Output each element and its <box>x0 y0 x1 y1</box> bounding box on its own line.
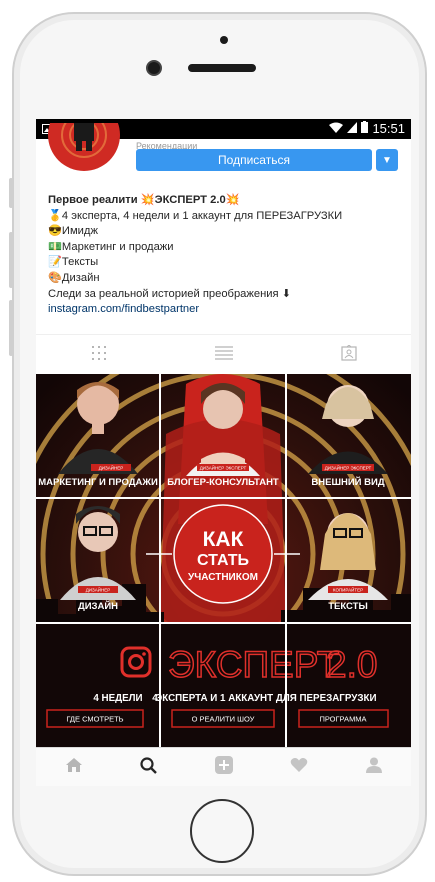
home-icon <box>65 757 83 778</box>
post-tile-8[interactable] <box>161 624 286 747</box>
post-grid: ДИЗАЙНЕР ДИЗАЙНЕР ЭКСПЕРТ ДИЗАЙНЕР ЭКСПЕ… <box>36 374 411 747</box>
bio-website-link[interactable]: instagram.com/findbestpartner <box>48 302 403 318</box>
post-tile-2[interactable] <box>161 374 286 498</box>
post-tile-3[interactable] <box>287 374 411 498</box>
list-icon <box>214 345 233 365</box>
add-icon <box>214 756 233 779</box>
bio-line: Следи за реальной историей преображения … <box>48 287 292 300</box>
battery-icon <box>361 121 369 136</box>
post-tile-5[interactable] <box>161 499 286 623</box>
profile-icon <box>365 757 383 778</box>
post-tile-4[interactable] <box>36 499 160 623</box>
mute-switch <box>9 178 13 208</box>
nav-search[interactable] <box>111 748 186 786</box>
volume-down-button <box>9 300 13 356</box>
bottom-navigation <box>36 747 411 786</box>
tab-list[interactable] <box>161 335 286 375</box>
profile-tabs <box>36 334 411 375</box>
tagged-icon <box>340 343 357 366</box>
front-camera <box>146 60 162 76</box>
status-time: 15:51 <box>372 121 405 136</box>
front-sensor <box>220 36 228 44</box>
signal-icon <box>347 121 358 136</box>
tab-tagged[interactable] <box>286 335 411 375</box>
profile-avatar[interactable] <box>48 123 120 175</box>
search-icon <box>140 756 157 779</box>
bio-line: 💵Маркетинг и продажи <box>48 240 174 253</box>
nav-profile[interactable] <box>336 748 411 786</box>
nav-home[interactable] <box>36 748 111 786</box>
bio-title: Первое реалити 💥ЭКСПЕРТ 2.0💥 <box>48 194 240 206</box>
volume-up-button <box>9 232 13 288</box>
nav-add[interactable] <box>186 748 261 786</box>
earpiece-speaker <box>188 64 256 72</box>
post-tile-6[interactable] <box>287 499 411 623</box>
heart-icon <box>290 757 308 778</box>
profile-hint: Рекомендации <box>136 141 198 149</box>
bio-line: 😎Имидж <box>48 225 98 238</box>
post-tile-9[interactable] <box>287 624 411 747</box>
wifi-icon <box>329 121 344 136</box>
bio-line: 🥇4 эксперта, 4 недели и 1 аккаунт для ПЕ… <box>48 209 343 222</box>
post-tile-1[interactable] <box>36 374 160 498</box>
app-screen: 15:51 Рекомендации Подписаться ▼ Первое … <box>36 119 411 786</box>
bio-line: 📝Тексты <box>48 256 99 269</box>
follow-button[interactable]: Подписаться <box>136 149 372 171</box>
home-button[interactable] <box>190 799 254 863</box>
tab-grid[interactable] <box>36 335 161 375</box>
bio-line: 🎨Дизайн <box>48 271 100 284</box>
post-tile-7[interactable] <box>36 624 160 747</box>
profile-bio: Первое реалити 💥ЭКСПЕРТ 2.0💥 🥇4 эксперта… <box>48 193 403 318</box>
grid-icon <box>91 345 107 366</box>
suggestions-dropdown-button[interactable]: ▼ <box>376 149 398 171</box>
nav-activity[interactable] <box>261 748 336 786</box>
chevron-down-icon: ▼ <box>382 154 392 166</box>
